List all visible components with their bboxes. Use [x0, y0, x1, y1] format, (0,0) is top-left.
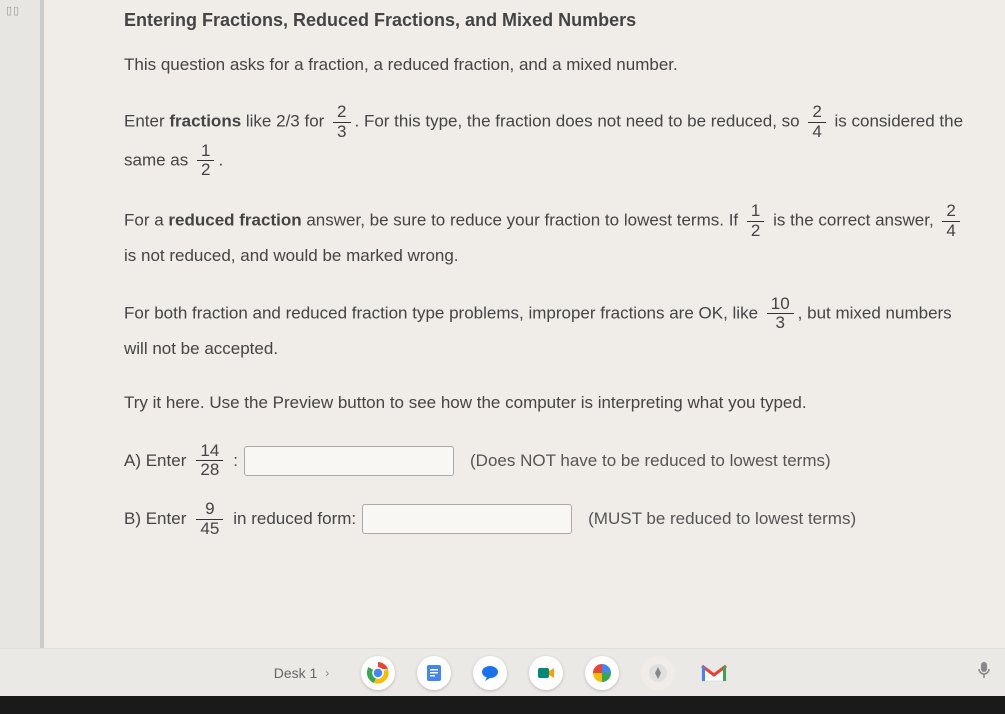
hint-text: (Does NOT have to be reduced to lowest t…: [470, 451, 831, 471]
numerator: 2: [333, 103, 350, 123]
bold-text: fractions: [169, 112, 241, 131]
text: For both fraction and reduced fraction t…: [124, 303, 763, 322]
taskbar: Desk 1 ›: [0, 648, 1005, 696]
question-b-row: B) Enter 945 in reduced form: (MUST be r…: [124, 500, 975, 538]
document-page: Entering Fractions, Reduced Fractions, a…: [40, 0, 1005, 660]
try-it-text: Try it here. Use the Preview button to s…: [124, 387, 975, 419]
denominator: 2: [747, 222, 764, 241]
numerator: 2: [808, 103, 825, 123]
denominator: 4: [942, 222, 959, 241]
answer-b-input[interactable]: [362, 504, 572, 534]
window-controls-icon: ▯▯: [6, 4, 20, 17]
fraction: 1428: [196, 442, 223, 480]
numerator: 2: [942, 202, 959, 222]
denominator: 4: [808, 123, 825, 142]
fraction: 12: [747, 202, 764, 240]
question-label: A) Enter: [124, 451, 186, 471]
numerator: 10: [767, 295, 794, 315]
question-label: in reduced form:: [233, 509, 356, 529]
bold-text: reduced fraction: [168, 211, 301, 230]
app-icon[interactable]: [641, 656, 675, 690]
fraction: 103: [767, 295, 794, 333]
text: .: [218, 150, 223, 169]
text: is the correct answer,: [768, 211, 938, 230]
fraction: 945: [196, 500, 223, 538]
paragraph-reduced: For a reduced fraction answer, be sure t…: [124, 202, 975, 273]
photos-icon[interactable]: [585, 656, 619, 690]
fraction: 12: [197, 142, 214, 180]
fraction: 24: [942, 202, 959, 240]
chrome-icon[interactable]: [361, 656, 395, 690]
text: . For this type, the fraction does not n…: [355, 112, 805, 131]
chat-icon[interactable]: [473, 656, 507, 690]
intro-text: This question asks for a fraction, a red…: [124, 49, 975, 81]
docs-icon[interactable]: [417, 656, 451, 690]
gmail-icon[interactable]: [697, 656, 731, 690]
numerator: 1: [747, 202, 764, 222]
denominator: 45: [196, 520, 223, 539]
denominator: 3: [333, 123, 350, 142]
fraction: 23: [333, 103, 350, 141]
question-label: B) Enter: [124, 509, 186, 529]
chevron-right-icon: ›: [325, 666, 329, 680]
denominator: 3: [767, 314, 794, 333]
denominator: 28: [196, 461, 223, 480]
desk-label: Desk 1: [274, 665, 318, 681]
page-title: Entering Fractions, Reduced Fractions, a…: [124, 10, 975, 31]
colon: :: [233, 451, 238, 471]
numerator: 14: [196, 442, 223, 462]
paragraph-improper: For both fraction and reduced fraction t…: [124, 295, 975, 366]
fraction: 24: [808, 103, 825, 141]
bottom-bar: [0, 696, 1005, 714]
answer-a-input[interactable]: [244, 446, 454, 476]
virtual-desk-switcher[interactable]: Desk 1 ›: [274, 665, 330, 681]
text: For a: [124, 211, 168, 230]
numerator: 1: [197, 142, 214, 162]
text: answer, be sure to reduce your fraction …: [302, 211, 743, 230]
text: is not reduced, and would be marked wron…: [124, 246, 459, 265]
paragraph-fractions: Enter fractions like 2/3 for 23. For thi…: [124, 103, 975, 180]
text: like 2/3 for: [241, 112, 329, 131]
microphone-icon[interactable]: [977, 661, 991, 684]
text: Enter: [124, 112, 169, 131]
denominator: 2: [197, 161, 214, 180]
question-a-row: A) Enter 1428 : (Does NOT have to be red…: [124, 442, 975, 480]
hint-text: (MUST be reduced to lowest terms): [588, 509, 856, 529]
meet-icon[interactable]: [529, 656, 563, 690]
numerator: 9: [196, 500, 223, 520]
